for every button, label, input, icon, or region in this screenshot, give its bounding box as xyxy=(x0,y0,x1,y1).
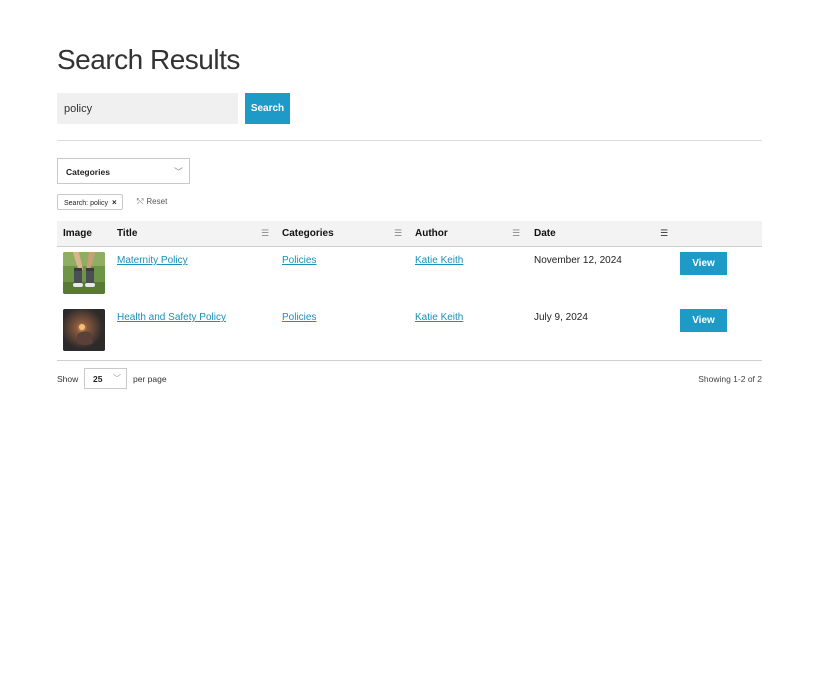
filter-lines-icon[interactable]: ☰ xyxy=(261,228,269,239)
results-count: Showing 1-2 of 2 xyxy=(698,374,762,384)
view-button[interactable]: View xyxy=(680,309,727,332)
header-title: Title xyxy=(117,228,138,239)
search-input[interactable] xyxy=(57,93,238,124)
close-icon[interactable]: × xyxy=(112,198,117,207)
chevron-down-icon: ﹀ xyxy=(173,167,183,177)
categories-select-value: Categories xyxy=(66,167,110,177)
row-title-link[interactable]: Health and Safety Policy xyxy=(117,312,226,323)
header-image: Image xyxy=(63,228,92,239)
per-page-select[interactable]: 25 ﹀ xyxy=(84,368,127,389)
reset-label: Reset xyxy=(146,197,168,206)
row-category-link[interactable]: Policies xyxy=(282,255,316,266)
row-date: November 12, 2024 xyxy=(534,255,622,266)
per-page-value: 25 xyxy=(93,374,103,384)
baby-shoes-photo xyxy=(63,252,105,294)
header-author: Author xyxy=(415,228,448,239)
filter-lines-icon[interactable]: ☰ xyxy=(512,228,520,239)
row-author-link[interactable]: Katie Keith xyxy=(415,312,463,323)
dark-lantern-photo xyxy=(63,309,105,351)
table-row: Health and Safety Policy Policies Katie … xyxy=(57,304,762,361)
active-filter-label: Search: policy xyxy=(64,200,108,207)
per-page-label: per page xyxy=(133,374,167,384)
categories-select[interactable]: Categories ﹀ xyxy=(57,158,190,184)
row-title-link[interactable]: Maternity Policy xyxy=(117,255,188,266)
filter-lines-icon[interactable]: ☰ xyxy=(394,228,402,239)
header-categories: Categories xyxy=(282,228,334,239)
reset-icon: ⤲ xyxy=(137,197,144,206)
page-title: Search Results xyxy=(57,44,240,75)
row-author-link[interactable]: Katie Keith xyxy=(415,255,463,266)
table-row: Maternity Policy Policies Katie Keith No… xyxy=(57,247,762,304)
row-category-link[interactable]: Policies xyxy=(282,312,316,323)
search-button[interactable]: Search xyxy=(245,93,290,124)
chevron-down-icon: ﹀ xyxy=(113,374,121,383)
active-filter-chip[interactable]: Search: policy × xyxy=(57,194,123,210)
table-header: Image Title ☰ Categories ☰ Author ☰ Date… xyxy=(57,221,762,247)
show-label: Show xyxy=(57,374,79,384)
filter-lines-icon[interactable]: ☰ xyxy=(660,228,668,239)
divider xyxy=(57,140,762,141)
view-button[interactable]: View xyxy=(680,252,727,275)
reset-button[interactable]: ⤲ Reset xyxy=(137,197,167,207)
divider xyxy=(57,360,762,361)
row-date: July 9, 2024 xyxy=(534,312,588,323)
header-date: Date xyxy=(534,228,556,239)
